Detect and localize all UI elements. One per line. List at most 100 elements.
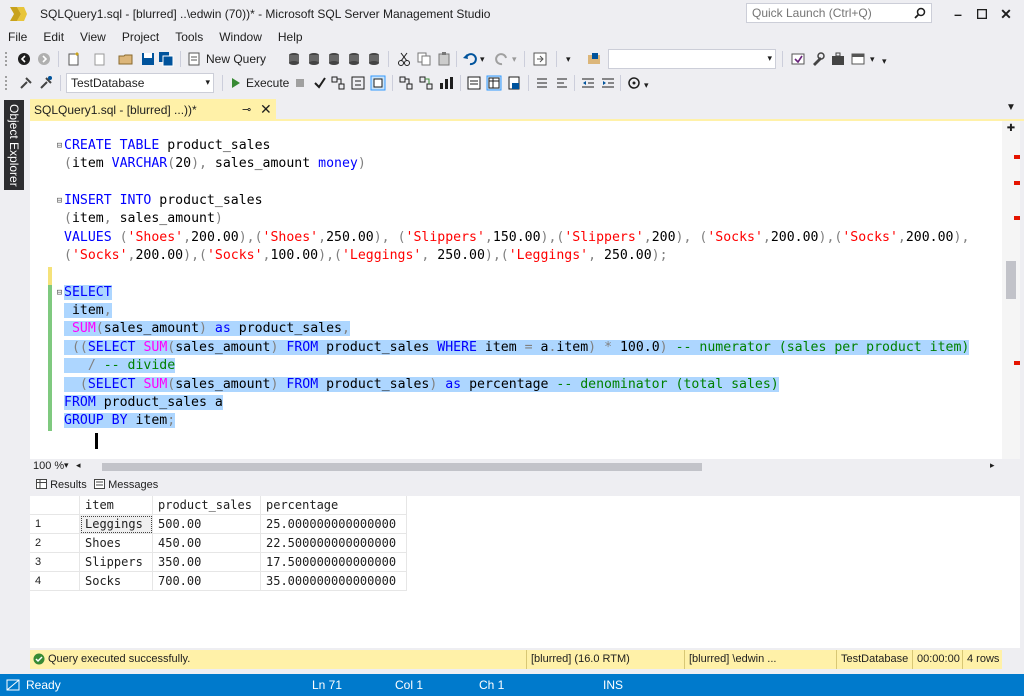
close-window-icon[interactable]: ✕ xyxy=(996,4,1016,24)
dmx-query-icon[interactable] xyxy=(326,51,342,67)
menu-view[interactable]: View xyxy=(72,28,114,47)
pin-icon[interactable]: ⊸ xyxy=(242,103,254,116)
column-header-percentage[interactable]: percentage xyxy=(261,496,407,515)
grid-cell[interactable]: Leggings xyxy=(80,515,153,534)
navigate-icon[interactable] xyxy=(532,51,548,67)
execute-icon[interactable] xyxy=(228,75,244,91)
query-editor[interactable]: ⊟ CREATE TABLE product_sales (item VARCH… xyxy=(30,121,1002,459)
results-to-text-icon[interactable] xyxy=(466,75,482,91)
undo-dropdown-icon[interactable]: ▾ xyxy=(480,54,485,65)
grid-cell[interactable]: 500.00 xyxy=(153,515,261,534)
cancel-execution-icon[interactable] xyxy=(292,75,308,91)
grid-cell[interactable]: Socks xyxy=(80,572,153,591)
change-connection-icon[interactable] xyxy=(38,75,54,91)
display-estimated-plan-icon[interactable] xyxy=(330,75,346,91)
grid-cell[interactable]: 17.500000000000000 xyxy=(261,553,407,572)
comment-out-icon[interactable] xyxy=(534,75,550,91)
dax-query-icon[interactable] xyxy=(366,51,382,67)
minimize-icon[interactable]: – xyxy=(948,4,968,24)
decrease-indent-icon[interactable] xyxy=(580,75,596,91)
back-icon[interactable] xyxy=(16,51,32,67)
column-header-product-sales[interactable]: product_sales xyxy=(153,496,261,515)
query-options-icon[interactable] xyxy=(350,75,366,91)
scroll-left-icon[interactable]: ◂ xyxy=(76,460,81,471)
toolbox-icon[interactable] xyxy=(830,51,846,67)
ssms-app-icon[interactable] xyxy=(8,5,28,23)
row-number[interactable]: 1 xyxy=(30,515,80,534)
results-grid[interactable]: item product_sales percentage 1 Leggings… xyxy=(30,496,1020,648)
grid-cell[interactable]: Shoes xyxy=(80,534,153,553)
menu-window[interactable]: Window xyxy=(211,28,270,47)
grid-cell[interactable]: 700.00 xyxy=(153,572,261,591)
database-engine-query-icon[interactable] xyxy=(286,51,302,67)
find-combo[interactable]: ▾ xyxy=(608,49,776,69)
notification-icon[interactable] xyxy=(6,679,20,691)
forward-icon[interactable] xyxy=(36,51,52,67)
row-number[interactable]: 2 xyxy=(30,534,80,553)
toolbar-options-icon-2[interactable]: ▾ xyxy=(644,80,649,91)
find-dropdown-icon[interactable]: ▾ xyxy=(566,54,571,65)
toolbar-grip[interactable] xyxy=(4,51,8,67)
grid-cell[interactable]: 35.000000000000000 xyxy=(261,572,407,591)
maximize-icon[interactable] xyxy=(972,4,992,24)
editor-vertical-scrollbar[interactable]: ✚ xyxy=(1002,121,1020,459)
paste-icon[interactable] xyxy=(436,51,452,67)
row-number[interactable]: 4 xyxy=(30,572,80,591)
properties-icon[interactable] xyxy=(810,51,826,67)
grid-cell[interactable]: 350.00 xyxy=(153,553,261,572)
cut-icon[interactable] xyxy=(396,51,412,67)
row-number[interactable]: 3 xyxy=(30,553,80,572)
close-icon[interactable]: ✕ xyxy=(260,101,274,117)
menu-edit[interactable]: Edit xyxy=(35,28,72,47)
mdx-query-icon[interactable] xyxy=(306,51,322,67)
menu-file[interactable]: File xyxy=(0,28,35,47)
menu-help[interactable]: Help xyxy=(270,28,311,47)
search-icon[interactable] xyxy=(914,7,926,19)
window-layout-dropdown-icon[interactable]: ▾ xyxy=(870,54,875,65)
redo-icon[interactable] xyxy=(494,51,510,67)
add-item-icon[interactable] xyxy=(92,51,108,67)
save-icon[interactable] xyxy=(140,51,156,67)
toolbar-options-icon[interactable]: ▾ xyxy=(882,56,887,67)
include-actual-plan-icon[interactable] xyxy=(398,75,414,91)
collapse-icon[interactable]: ⊟ xyxy=(55,289,64,298)
collapse-icon[interactable]: ⊟ xyxy=(55,197,64,206)
client-statistics-icon[interactable] xyxy=(438,75,454,91)
open-file-icon[interactable] xyxy=(118,51,134,67)
grid-cell[interactable]: 22.500000000000000 xyxy=(261,534,407,553)
save-all-icon[interactable] xyxy=(158,51,174,67)
live-query-stats-icon[interactable] xyxy=(418,75,434,91)
solution-explorer-icon[interactable] xyxy=(790,51,806,67)
results-to-file-icon[interactable] xyxy=(506,75,522,91)
scroll-thumb[interactable] xyxy=(1006,261,1016,299)
new-query-icon[interactable] xyxy=(186,51,202,67)
grid-cell[interactable]: 450.00 xyxy=(153,534,261,553)
undo-icon[interactable] xyxy=(462,51,478,67)
redo-dropdown-icon[interactable]: ▾ xyxy=(512,54,517,65)
database-selector[interactable]: TestDatabase ▾ xyxy=(66,73,214,93)
scroll-right-icon[interactable]: ▸ xyxy=(990,460,995,471)
split-window-icon[interactable]: ✚ xyxy=(1005,123,1017,135)
column-header-item[interactable]: item xyxy=(80,496,153,515)
horizontal-scroll-thumb[interactable] xyxy=(102,463,702,471)
intellisense-icon[interactable] xyxy=(370,75,386,91)
window-layout-icon[interactable] xyxy=(850,51,866,67)
find-in-files-icon[interactable] xyxy=(586,51,602,67)
xmla-query-icon[interactable] xyxy=(346,51,362,67)
document-tab[interactable]: SQLQuery1.sql - [blurred] ...))* ⊸ ✕ xyxy=(30,99,276,121)
zoom-selector[interactable]: 100 % ▾ ◂ xyxy=(30,459,88,475)
menu-tools[interactable]: Tools xyxy=(167,28,211,47)
specify-template-values-icon[interactable] xyxy=(626,75,642,91)
quick-launch-input[interactable] xyxy=(747,4,907,22)
new-query-button[interactable]: New Query xyxy=(206,52,266,66)
connect-icon[interactable] xyxy=(18,75,34,91)
messages-tab[interactable]: Messages xyxy=(94,479,158,491)
tab-list-dropdown-icon[interactable]: ▼ xyxy=(1006,102,1016,113)
uncomment-icon[interactable] xyxy=(554,75,570,91)
results-tab[interactable]: Results xyxy=(36,479,87,491)
parse-icon[interactable] xyxy=(312,75,328,91)
results-to-grid-icon[interactable] xyxy=(486,75,502,91)
execute-button[interactable]: Execute xyxy=(246,76,289,90)
toolbar-grip[interactable] xyxy=(4,75,8,91)
quick-launch-box[interactable] xyxy=(746,3,932,23)
